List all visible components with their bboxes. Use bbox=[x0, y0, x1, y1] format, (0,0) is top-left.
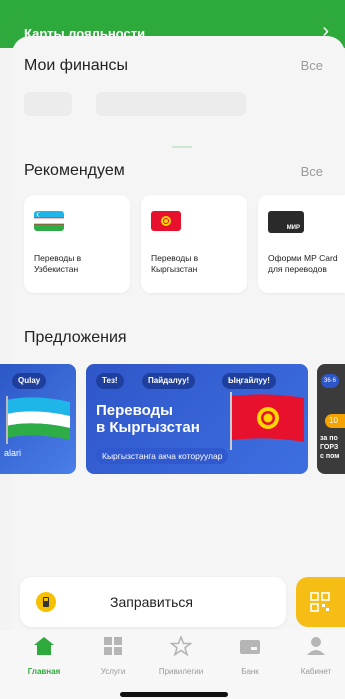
offer-pill: Qulay bbox=[12, 373, 47, 389]
nav-label: Кабинет bbox=[300, 667, 332, 676]
refuel-button[interactable]: Заправиться bbox=[20, 577, 286, 627]
recommend-card-mir[interactable]: МИР Оформи МР Card для переводов bbox=[258, 195, 345, 293]
offers-title: Предложения bbox=[24, 329, 127, 346]
offer-right-text: за по ГОРЗ с пом bbox=[320, 435, 340, 460]
recommend-card-label: Переводы в Кыргызстан bbox=[151, 253, 199, 274]
finances-title: Мои финансы bbox=[24, 57, 128, 74]
offer-pill: Ыңгайлуу! bbox=[222, 373, 276, 389]
profile-icon bbox=[307, 637, 325, 655]
nav-label: Главная bbox=[27, 667, 61, 676]
offer-card-kyrgyzstan[interactable]: Тез! Пайдалуу! Ыңгайлуу! Переводы в Кырг… bbox=[86, 364, 308, 474]
nav-label: Банк bbox=[241, 667, 259, 676]
nav-label: Услуги bbox=[100, 667, 126, 676]
nav-label: Привилегии bbox=[158, 667, 204, 676]
offer-subtitle: Кыргызстанга акча которуулар bbox=[96, 448, 229, 464]
recommend-card-uzbekistan[interactable]: Переводы в Узбекистан bbox=[24, 195, 130, 293]
offer-right-tag: 10 bbox=[325, 414, 345, 428]
nav-privileges[interactable]: Привилегии bbox=[151, 634, 211, 676]
uzbekistan-flag-icon bbox=[6, 396, 70, 444]
kyrgyzstan-flag-icon bbox=[151, 211, 181, 231]
recommend-title: Рекомендуем bbox=[24, 162, 125, 179]
recommend-card-label: Оформи МР Card для переводов bbox=[268, 253, 338, 274]
nav-bank[interactable]: Банк bbox=[220, 636, 280, 676]
uzbekistan-flag-icon bbox=[34, 211, 64, 231]
offer-headline: Переводы в Кыргызстан bbox=[96, 402, 200, 436]
finance-placeholder bbox=[96, 92, 246, 116]
bottom-nav: Главная Услуги Привилегии Банк Кабинет bbox=[0, 630, 345, 699]
kyrgyzstan-flag-icon bbox=[230, 392, 304, 450]
qr-code-button[interactable] bbox=[296, 577, 345, 627]
recommend-card-kyrgyzstan[interactable]: Переводы в Кыргызстан bbox=[141, 195, 247, 293]
home-indicator bbox=[120, 692, 228, 697]
offer-card-left[interactable]: Qulay alari bbox=[0, 364, 76, 474]
home-icon bbox=[34, 637, 54, 655]
finance-placeholder bbox=[24, 92, 72, 116]
sheet-handle bbox=[172, 146, 192, 148]
nav-services[interactable]: Услуги bbox=[83, 636, 143, 676]
offer-card-right[interactable]: 36·6 10 за по ГОРЗ с пом bbox=[317, 364, 345, 474]
refuel-label: Заправиться bbox=[110, 594, 193, 610]
recommend-all-link[interactable]: Все bbox=[301, 164, 323, 179]
finances-all-link[interactable]: Все bbox=[301, 58, 323, 73]
bank-card-icon bbox=[240, 640, 260, 654]
offer-pill: Пайдалуу! bbox=[142, 373, 196, 389]
qr-code-icon bbox=[310, 592, 330, 612]
grid-icon bbox=[104, 637, 122, 655]
recommend-card-label: Переводы в Узбекистан bbox=[34, 253, 82, 274]
star-icon bbox=[169, 634, 193, 657]
fuel-icon bbox=[36, 592, 56, 612]
nav-home[interactable]: Главная bbox=[14, 636, 74, 676]
mir-card-icon: МИР bbox=[268, 211, 304, 233]
offer-left-tail: alari bbox=[4, 448, 22, 458]
nav-cabinet[interactable]: Кабинет bbox=[288, 636, 344, 676]
offer-pill: Тез! bbox=[96, 373, 124, 389]
offer-right-badge: 36·6 bbox=[321, 374, 339, 388]
